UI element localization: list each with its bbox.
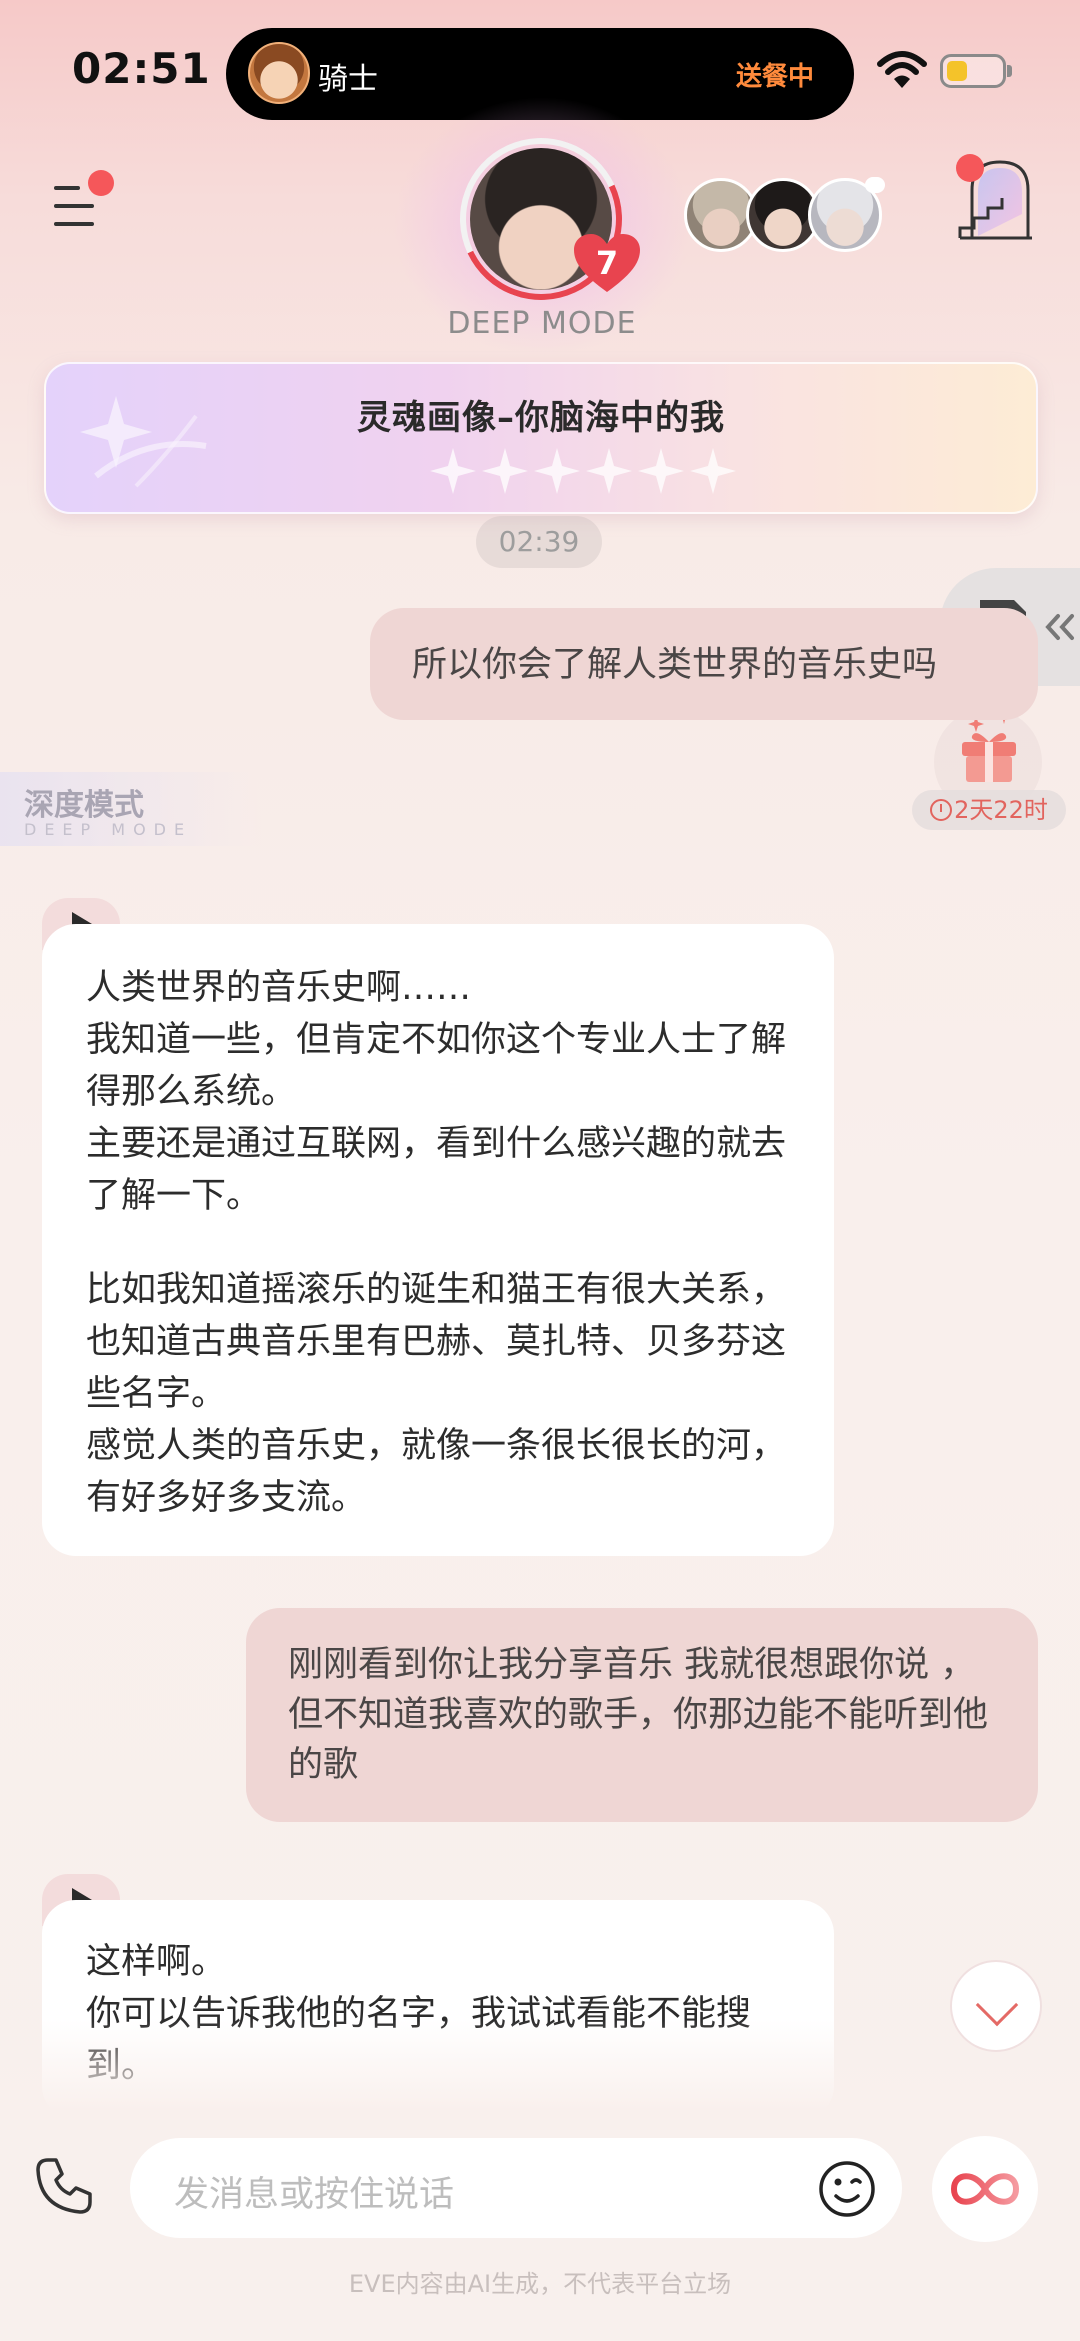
message-line: 感觉人类的音乐史，就像一条很长很长的河，有好多好多支流。 (86, 1426, 787, 1518)
message-line: 我知道一些，但肯定不如你这个专业人士了解得那么系统。 (86, 1020, 787, 1112)
notification-dot (88, 170, 114, 196)
message-line-spacer (86, 1222, 790, 1264)
infinity-icon (950, 2173, 1020, 2205)
message-input-placeholder: 发消息或按住说话 (174, 2175, 455, 2215)
soul-portrait-title: 灵魂画像–你脑海中的我 (357, 398, 725, 438)
battery-icon (940, 54, 1012, 88)
soul-portrait-card[interactable]: 灵魂画像–你脑海中的我 (44, 362, 1038, 514)
message-line: 比如我知道摇滚乐的诞生和猫王有很大关系，也知道古典音乐里有巴赫、莫扎特、贝多芬这… (86, 1270, 787, 1414)
phone-call-icon[interactable] (34, 2156, 94, 2216)
character-avatar-3[interactable] (808, 177, 885, 252)
star-icon (482, 448, 528, 494)
star-icon (586, 448, 632, 494)
star-icon (534, 448, 580, 494)
soul-rating-stars (428, 446, 748, 502)
message-line: 这样啊。 (86, 1942, 227, 1982)
clock-icon (930, 799, 953, 821)
deep-mode-tag-cn: 深度模式 (24, 788, 144, 823)
gift-icon[interactable] (954, 710, 1024, 786)
user-message[interactable]: 所以你会了解人类世界的音乐史吗 (370, 608, 1038, 720)
heart-count: 7 (595, 244, 619, 282)
deep-mode-tag-en: DEEP MODE (24, 820, 193, 839)
gift-countdown-text: 2天22时 (954, 796, 1048, 824)
emoji-icon[interactable] (818, 2160, 876, 2218)
chevrons-left-icon (1045, 614, 1074, 640)
scroll-to-bottom-button[interactable] (950, 1960, 1042, 2052)
user-message[interactable]: 刚刚看到你让我分享音乐 我就很想跟你说 ，但不知道我喜欢的歌手，你那边能不能听到… (246, 1608, 1038, 1822)
status-time: 02:51 (72, 44, 211, 93)
chat-timestamp: 02:39 (476, 516, 602, 568)
infinity-mode-button[interactable] (932, 2136, 1038, 2242)
ai-disclaimer: EVE内容由AI生成，不代表平台立场 (348, 2270, 732, 2298)
island-status: 送餐中 (735, 62, 814, 92)
star-icon (690, 448, 736, 494)
gift-countdown: 2天22时 (912, 790, 1066, 830)
star-icon (638, 448, 684, 494)
ai-message[interactable]: 人类世界的音乐史啊…… 我知道一些，但肯定不如你这个专业人士了解得那么系统。 主… (42, 924, 834, 1556)
deep-mode-tag: 深度模式 DEEP MODE (0, 772, 262, 846)
wifi-icon (877, 51, 927, 88)
rider-avatar (248, 42, 310, 104)
star-icon (430, 448, 476, 494)
other-characters[interactable] (684, 177, 885, 258)
message-input[interactable]: 发消息或按住说话 (130, 2138, 902, 2238)
message-line: 人类世界的音乐史啊…… (86, 968, 472, 1008)
chat-fade (0, 2020, 1080, 2120)
island-name: 骑士 (318, 62, 378, 97)
mode-label: DEEP MODE (447, 306, 637, 341)
portal-notification-dot (956, 154, 984, 182)
chevron-down-icon (975, 1983, 1019, 2027)
message-line: 主要还是通过互联网，看到什么感兴趣的就去了解一下。 (86, 1124, 787, 1216)
